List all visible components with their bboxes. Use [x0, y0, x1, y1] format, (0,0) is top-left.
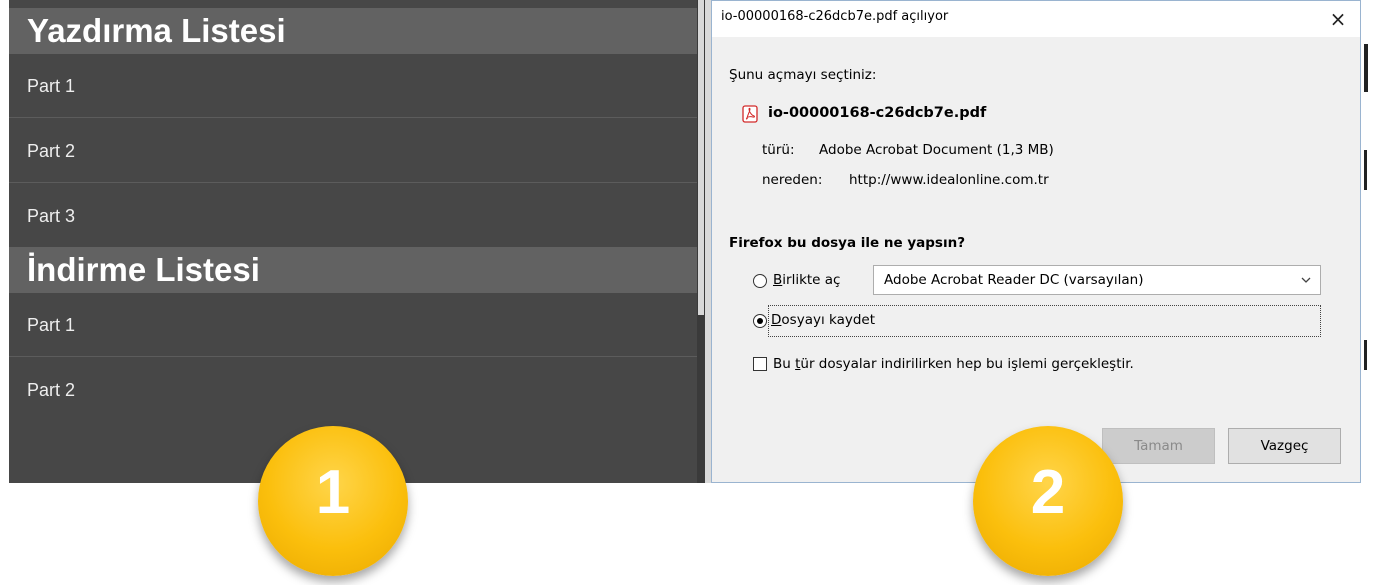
open-with-label-rest: irlikte aç	[782, 272, 841, 288]
file-name: io-00000168-c26dcb7e.pdf	[768, 105, 987, 121]
save-file-accel: D	[771, 312, 782, 328]
step-number-1: 1	[315, 458, 351, 527]
download-list-header: İndirme Listesi	[9, 247, 697, 293]
print-list-item-part-1[interactable]: Part 1	[9, 54, 697, 118]
open-with-accel: B	[773, 272, 783, 288]
step-badge-2: 2	[973, 426, 1123, 576]
dialog-intro: Şunu açmayı seçtiniz:	[729, 67, 877, 83]
step-badge-1: 1	[258, 426, 408, 576]
save-file-label[interactable]: Dosyayı kaydet	[771, 312, 875, 328]
ok-button[interactable]: Tamam	[1102, 428, 1215, 464]
file-source-value: http://www.idealonline.com.tr	[849, 172, 1049, 188]
background-glyph	[1364, 340, 1367, 370]
chevron-down-icon	[1301, 277, 1311, 283]
download-list-item-part-2[interactable]: Part 2	[9, 358, 697, 422]
print-list-item-part-2[interactable]: Part 2	[9, 119, 697, 183]
save-file-label-rest: osyayı kaydet	[781, 312, 876, 328]
file-type-label: türü:	[762, 142, 795, 158]
download-dialog: io-00000168-c26dcb7e.pdf açılıyor × Şunu…	[711, 0, 1361, 483]
save-file-radio[interactable]	[753, 314, 767, 328]
dialog-title-bar: io-00000168-c26dcb7e.pdf açılıyor ×	[712, 1, 1360, 37]
file-source-label: nereden:	[762, 172, 823, 188]
background-glyph	[1364, 150, 1367, 190]
action-question: Firefox bu dosya ile ne yapsın?	[729, 235, 966, 251]
close-icon: ×	[1329, 7, 1347, 31]
cancel-button[interactable]: Vazgeç	[1228, 428, 1341, 464]
background-window-edge	[1361, 0, 1381, 483]
panel-edge	[0, 0, 9, 483]
always-do-this-pre: Bu	[773, 356, 796, 372]
scrollbar-thumb[interactable]	[698, 0, 704, 315]
print-list-item-part-3[interactable]: Part 3	[9, 184, 697, 248]
close-button[interactable]: ×	[1324, 5, 1352, 33]
always-do-this-label[interactable]: Bu tür dosyalar indirilirken hep bu işle…	[773, 356, 1134, 372]
print-list-header: Yazdırma Listesi	[9, 8, 697, 54]
pdf-icon	[742, 105, 758, 123]
open-with-label[interactable]: Birlikte aç	[773, 272, 840, 288]
background-glyph	[1364, 44, 1368, 92]
list-scrollbar[interactable]	[697, 0, 705, 483]
always-do-this-checkbox[interactable]	[753, 357, 767, 371]
open-with-app-select[interactable]: Adobe Acrobat Reader DC (varsayılan)	[873, 265, 1321, 295]
file-type-value: Adobe Acrobat Document (1,3 MB)	[819, 142, 1054, 158]
dialog-title: io-00000168-c26dcb7e.pdf açılıyor	[721, 9, 949, 24]
open-with-app-value: Adobe Acrobat Reader DC (varsayılan)	[884, 272, 1144, 288]
always-do-this-rest: ür dosyalar indirilirken hep bu işlemi g…	[800, 356, 1134, 372]
list-panel: Yazdırma Listesi Part 1 Part 2 Part 3 İn…	[0, 0, 705, 483]
step-number-2: 2	[1030, 458, 1066, 527]
download-list-item-part-1[interactable]: Part 1	[9, 293, 697, 357]
open-with-radio[interactable]	[753, 274, 767, 288]
